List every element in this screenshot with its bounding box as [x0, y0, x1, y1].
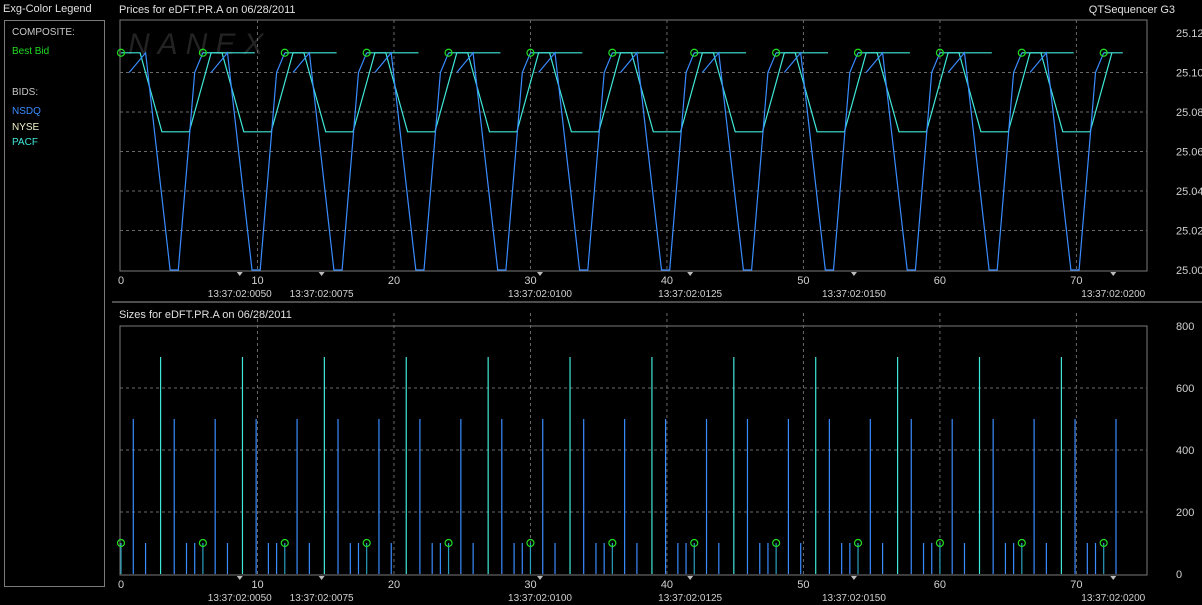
nsdq-price-line: [947, 51, 1023, 271]
price-series: [116, 48, 1123, 271]
time-label: 13:37:02:0150: [822, 593, 886, 604]
time-label: 13:37:02:0075: [290, 289, 354, 300]
time-marker: [687, 272, 694, 276]
nsdq-price-line: [456, 51, 532, 271]
y-tick-label: 400: [1176, 445, 1194, 457]
nsdq-price-line: [128, 51, 204, 271]
time-label: 13:37:02:0050: [208, 289, 272, 300]
time-label: 13:37:02:0050: [208, 593, 272, 604]
time-label: 13:37:02:0100: [508, 289, 572, 300]
x-tick-label: 0: [118, 579, 124, 591]
x-tick-label: 50: [797, 275, 809, 287]
x-tick-label: 10: [251, 579, 263, 591]
nsdq-price-line: [210, 51, 286, 271]
price-y-axis: 25.12 25.10 25.08 25.06 25.04 25.02 25.00: [1176, 28, 1202, 277]
nsdq-price-line: [783, 51, 859, 271]
x-tick-label: 60: [934, 579, 946, 591]
y-tick-label: 25.02: [1176, 226, 1202, 238]
prices-header: Prices for eDFT.PR.A on 06/28/2011 QTSeq…: [119, 4, 1175, 16]
time-label: 13:37:02:0125: [658, 289, 722, 300]
x-tick-label: 20: [388, 579, 400, 591]
nsdq-price-line: [620, 51, 695, 271]
size-x-axis: 0 10 20 30 40 50 60 70: [118, 579, 1083, 591]
time-marker: [850, 272, 857, 276]
x-tick-label: 40: [661, 579, 673, 591]
time-label: 13:37:02:0075: [290, 593, 354, 604]
price-x-axis: 0 10 20 30 40 50 60 70: [118, 275, 1083, 287]
nsdq-price-line: [701, 51, 777, 271]
time-marker: [537, 272, 544, 276]
x-tick-label: 30: [524, 275, 536, 287]
y-tick-label: 800: [1176, 321, 1194, 333]
sizes-title: Sizes for eDFT.PR.A on 06/28/2011: [119, 309, 292, 321]
time-marker: [1110, 576, 1117, 580]
x-tick-label: 60: [934, 275, 946, 287]
y-tick-label: 0: [1176, 569, 1182, 581]
y-tick-label: 25.06: [1176, 147, 1202, 159]
x-tick-label: 50: [797, 579, 809, 591]
size-time-labels: 13:37:02:0050 13:37:02:0075 13:37:02:0100 1…: [208, 576, 1146, 604]
x-tick-label: 0: [118, 275, 124, 287]
time-label: 13:37:02:0100: [508, 593, 572, 604]
time-marker: [236, 272, 243, 276]
y-tick-label: 25.00: [1176, 265, 1202, 277]
y-tick-label: 25.08: [1176, 107, 1202, 119]
nsdq-price-line: [374, 51, 450, 271]
app-name: QTSequencer G3: [1089, 4, 1175, 16]
time-label: 13:37:02:0200: [1081, 593, 1145, 604]
charts-canvas: Prices for eDFT.PR.A on 06/28/2011 QTSeq…: [112, 4, 1202, 604]
time-label: 13:37:02:0200: [1081, 289, 1145, 300]
x-tick-label: 10: [251, 275, 263, 287]
time-marker: [236, 576, 243, 580]
y-tick-label: 200: [1176, 507, 1194, 519]
x-tick-label: 20: [388, 275, 400, 287]
size-y-axis: 800 600 400 200 0: [1176, 321, 1194, 581]
y-tick-label: 25.04: [1176, 186, 1202, 198]
price-chart: 0 10 20 30 40 50 60 70 25.12 25.10 25.08 25.06 25.0…: [116, 19, 1202, 300]
time-label: 13:37:02:0125: [658, 593, 722, 604]
price-time-labels: 13:37:02:0050 13:37:02:0075 13:37:02:0100 1…: [208, 272, 1146, 300]
nsdq-price-line: [1029, 51, 1105, 271]
nsdq-price-line: [538, 51, 613, 271]
time-marker: [850, 576, 857, 580]
y-tick-label: 25.10: [1176, 68, 1202, 80]
time-marker: [318, 272, 325, 276]
nanex-watermark: NANEX: [128, 28, 271, 61]
time-marker: [537, 576, 544, 580]
x-tick-label: 70: [1070, 579, 1082, 591]
prices-title: Prices for eDFT.PR.A on 06/28/2011: [119, 4, 296, 16]
size-bars: [116, 357, 1117, 574]
time-label: 13:37:02:0150: [822, 289, 886, 300]
time-marker: [318, 576, 325, 580]
y-tick-label: 600: [1176, 383, 1194, 395]
time-marker: [687, 576, 694, 580]
nsdq-price-line: [292, 51, 368, 271]
nsdq-price-line: [865, 51, 941, 271]
x-tick-label: 30: [524, 579, 536, 591]
time-marker: [1110, 272, 1117, 276]
y-tick-label: 25.12: [1176, 28, 1202, 40]
x-tick-label: 40: [661, 275, 673, 287]
size-chart: 0 10 20 30 40 50 60 70 800 600 400 200 0 13:37:02:0…: [116, 313, 1194, 604]
x-tick-label: 70: [1070, 275, 1082, 287]
